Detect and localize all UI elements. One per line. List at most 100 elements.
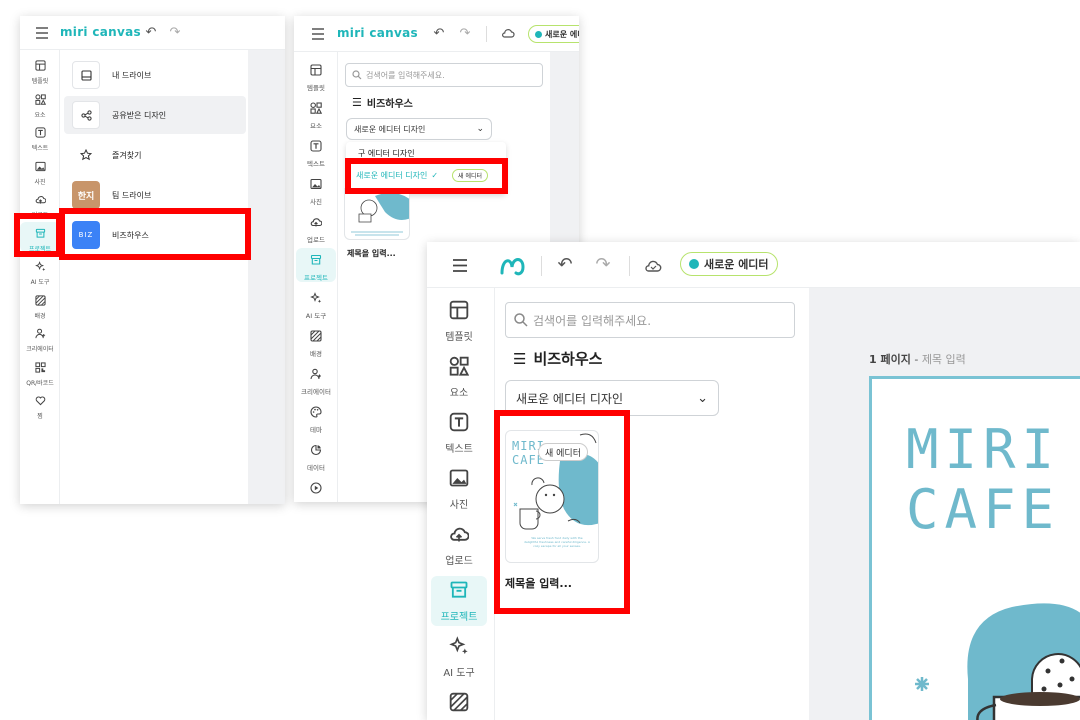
rail-item-label: 프로젝트 xyxy=(440,612,478,623)
rail-item[interactable]: AI 도구 xyxy=(20,255,60,286)
rail-item[interactable]: 요소 xyxy=(296,96,336,130)
editor-type-dropdown[interactable]: 새로운 에디터 디자인 ⌄ xyxy=(346,118,492,140)
rail-item[interactable]: 업로드 xyxy=(296,210,336,244)
design-thumbnail[interactable] xyxy=(344,188,410,240)
menu-icon[interactable] xyxy=(34,25,50,41)
section-title: ☰ 비즈하우스 xyxy=(513,348,602,369)
rail-item[interactable]: 요소 xyxy=(20,88,60,119)
rail-item-label: 배경 xyxy=(34,312,46,320)
miri-logo-icon[interactable] xyxy=(499,253,527,277)
rail-item[interactable]: 테마 xyxy=(296,400,336,434)
new-editor-tag: 새 에디터 xyxy=(452,169,489,182)
rail-item[interactable]: 텍스트 xyxy=(431,408,487,458)
star-icon xyxy=(72,141,100,169)
rail-item-label: 테마 xyxy=(310,426,322,434)
drive-menu-item[interactable]: BIZ 비즈하우스 xyxy=(64,216,246,254)
new-editor-badge-label: 새로운 에디터 xyxy=(545,29,579,39)
drive-menu-item-label: 비즈하우스 xyxy=(112,230,149,240)
rail-item-label: AI 도구 xyxy=(443,668,475,679)
rail-item[interactable]: 텍스트 xyxy=(20,121,60,152)
new-editor-badge[interactable]: 새로운 에디터 xyxy=(680,252,778,276)
thumbnail-art xyxy=(351,192,409,236)
rail-item-label: 업로드 xyxy=(445,556,473,567)
rail-item[interactable]: 사진 xyxy=(296,172,336,206)
new-editor-badge-label: 새로운 에디터 xyxy=(704,258,769,271)
redo-icon[interactable]: ↷ xyxy=(593,254,613,275)
rail-item[interactable]: 데이터 xyxy=(296,438,336,472)
photo-icon xyxy=(449,468,469,492)
editor-type-dropdown[interactable]: 새로운 에디터 디자인 ⌄ xyxy=(505,380,719,416)
rail-item[interactable]: 템플릿 xyxy=(296,58,336,92)
undo-icon[interactable]: ↶ xyxy=(555,254,575,275)
team-badge: 한지 xyxy=(72,181,100,209)
design-thumbnail[interactable]: MIRI CAFE We serve fresh food daily with… xyxy=(505,430,599,563)
page-title-input[interactable]: 제목 입력 xyxy=(922,353,966,366)
new-editor-badge[interactable]: 새로운 에디터 xyxy=(528,25,579,43)
redo-icon[interactable]: ↷ xyxy=(168,25,182,40)
menu-icon[interactable] xyxy=(310,26,326,42)
text-icon xyxy=(310,137,322,156)
rail-item[interactable]: 프로젝트 xyxy=(20,221,60,253)
rail-item[interactable]: 크리에이터 xyxy=(296,362,336,396)
dropdown-option-old[interactable]: 구 에디터 디자인 xyxy=(358,148,415,159)
elements-icon xyxy=(34,90,46,109)
rail-item[interactable]: 요소 xyxy=(431,352,487,402)
rail-item[interactable]: 사진 xyxy=(431,464,487,514)
rail-item[interactable]: 배경 xyxy=(20,289,60,320)
rail-item[interactable]: 텍스트 xyxy=(296,134,336,168)
rail-item-label: AI 도구 xyxy=(305,312,327,320)
rail-item[interactable]: AI 도구 xyxy=(296,286,336,320)
menu-icon[interactable] xyxy=(451,256,469,274)
rail-item-label: 요소 xyxy=(310,122,322,130)
undo-icon[interactable]: ↶ xyxy=(144,25,158,40)
cloud-save-icon[interactable] xyxy=(500,26,516,40)
panel-new-editor: ↶ ↷ 새로운 에디터 템플릿요소텍스트사진업로드프로젝트 AI 도구배경 검색어… xyxy=(427,242,1080,720)
search-input[interactable]: 검색어를 입력해주세요. xyxy=(505,302,795,338)
side-rail: 템플릿요소텍스트사진업로드프로젝트 AI 도구배경 xyxy=(427,288,495,720)
creator-icon xyxy=(34,324,46,343)
rail-item-label: 요소 xyxy=(34,111,46,119)
rail-item[interactable]: 사진 xyxy=(20,155,60,186)
canvas-page[interactable]: MIRI CAFE xyxy=(869,376,1080,720)
page-separator: - xyxy=(910,353,922,366)
chevron-down-icon: ⌄ xyxy=(697,390,708,406)
drive-menu-item[interactable]: 즐겨찾기 xyxy=(64,136,246,174)
dropdown-option-new[interactable]: 새로운 에디터 디자인 ✓ 새 에디터 xyxy=(356,169,489,182)
rail-item[interactable]: 크리에이터 xyxy=(20,322,60,353)
new-editor-tag: 새 에디터 xyxy=(538,443,588,461)
drive-menu-item[interactable]: 내 드라이브 xyxy=(64,56,246,94)
rail-item[interactable]: 업로드 xyxy=(431,520,487,570)
rail-item[interactable]: 동영상 xyxy=(296,476,336,502)
rail-item-label: 업로드 xyxy=(307,236,325,244)
rail-item-label: 템플릿 xyxy=(31,78,49,85)
rail-item-label: 사진 xyxy=(310,198,322,206)
rail-item-label: 크리에이터 xyxy=(26,346,54,353)
rail-item[interactable]: 업로드 xyxy=(20,188,60,219)
rail-item[interactable]: AI 도구 xyxy=(431,632,487,682)
rail-item[interactable]: 프로젝트 xyxy=(431,576,487,626)
rail-item[interactable]: 배경 xyxy=(296,324,336,358)
section-title: ☰ 비즈하우스 xyxy=(352,95,413,110)
project-icon xyxy=(310,251,322,270)
logo[interactable]: miri canvas xyxy=(60,25,141,39)
section-title-text: 비즈하우스 xyxy=(533,350,603,368)
rail-item[interactable]: 템플릿 xyxy=(431,296,487,346)
search-input[interactable]: 검색어를 입력해주세요. xyxy=(345,63,543,87)
background-icon xyxy=(34,291,46,310)
cloud-save-icon[interactable] xyxy=(643,256,663,274)
rail-item[interactable]: 찜 xyxy=(20,389,60,420)
undo-icon[interactable]: ↶ xyxy=(432,26,446,41)
drive-menu-item[interactable]: 공유받은 디자인 xyxy=(64,96,246,134)
background-icon xyxy=(449,692,469,716)
rail-item[interactable]: 배경 xyxy=(431,688,487,720)
redo-icon[interactable]: ↷ xyxy=(458,26,472,41)
rail-item-label: 사진 xyxy=(34,178,46,186)
chevron-down-icon: ⌄ xyxy=(476,124,484,134)
rail-item[interactable]: 프로젝트 xyxy=(296,248,336,282)
logo[interactable]: miri canvas xyxy=(337,26,418,40)
share-icon xyxy=(72,101,100,129)
rail-item[interactable]: 템플릿 xyxy=(20,54,60,85)
drive-menu-item[interactable]: 한지 팀 드라이브 xyxy=(64,176,246,214)
photo-icon xyxy=(310,175,322,194)
rail-item[interactable]: QR/바코드 xyxy=(20,356,60,387)
